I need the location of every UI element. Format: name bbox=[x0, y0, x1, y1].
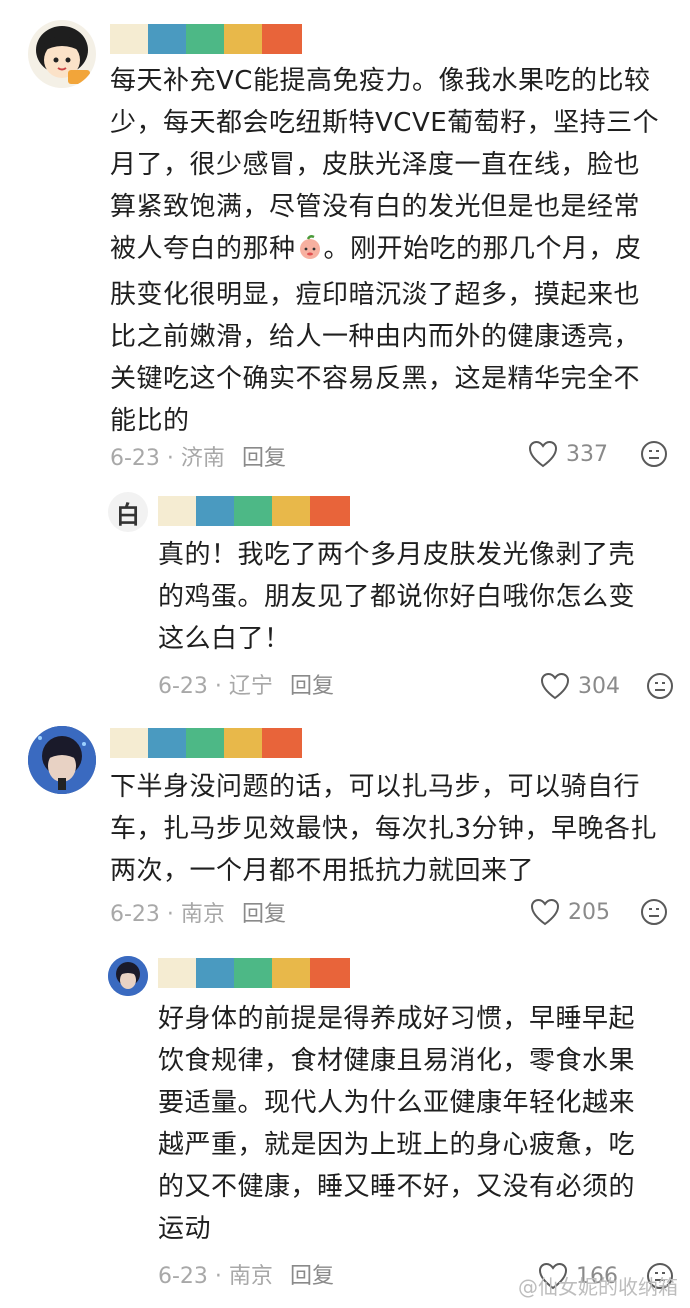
avatar[interactable] bbox=[108, 956, 148, 996]
bar-segment bbox=[110, 24, 148, 54]
watermark-text: @仙女妮的收纳箱 bbox=[518, 1275, 678, 1299]
like-count: 337 bbox=[566, 441, 608, 467]
reply-button[interactable]: 回复 bbox=[242, 446, 286, 471]
username-bar[interactable] bbox=[110, 728, 302, 758]
comment-text: 每天补充VC能提高免疫力。像我水果吃的比较 少，每天都会吃纽斯特VCVE葡萄籽，… bbox=[110, 66, 660, 436]
more-options-icon[interactable] bbox=[640, 440, 668, 472]
comment-text: 好身体的前提是得养成好习惯，早睡早起 饮食规律，食材健康且易消化，零食水果 要适… bbox=[158, 1004, 636, 1244]
comment-location: 济南 bbox=[180, 446, 225, 471]
like-count: 304 bbox=[578, 673, 620, 699]
reply-button[interactable]: 回复 bbox=[290, 674, 334, 699]
reply-button[interactable]: 回复 bbox=[290, 1264, 334, 1289]
comment-date: 6-23 bbox=[158, 1264, 208, 1289]
bar-segment bbox=[186, 728, 224, 758]
comment-text: 真的！我吃了两个多月皮肤发光像剥了壳 的鸡蛋。朋友见了都说你好白哦你怎么变 这么… bbox=[158, 540, 636, 654]
comment-location: 南京 bbox=[180, 902, 225, 927]
username-bar[interactable] bbox=[110, 24, 302, 54]
username-bar[interactable] bbox=[158, 496, 350, 526]
avatar[interactable] bbox=[28, 20, 96, 88]
bar-segment bbox=[196, 958, 234, 988]
more-options-icon[interactable] bbox=[640, 898, 668, 930]
avatar[interactable] bbox=[28, 726, 96, 794]
bar-segment bbox=[272, 958, 310, 988]
avatar[interactable]: 白 bbox=[108, 492, 148, 532]
like-count: 205 bbox=[568, 899, 610, 925]
bar-segment bbox=[234, 496, 272, 526]
bar-segment bbox=[310, 496, 350, 526]
bar-segment bbox=[272, 496, 310, 526]
bar-segment bbox=[224, 24, 262, 54]
comment-date: 6-23 bbox=[110, 446, 160, 471]
bar-segment bbox=[262, 728, 302, 758]
bar-segment bbox=[310, 958, 350, 988]
bar-segment bbox=[196, 496, 234, 526]
like-button[interactable]: 337 bbox=[528, 440, 608, 468]
comment-meta: 6-23 · 辽宁 回复 bbox=[158, 674, 334, 699]
comment-meta: 6-23 · 南京 回复 bbox=[110, 902, 286, 927]
bar-segment bbox=[186, 24, 224, 54]
bar-segment bbox=[262, 24, 302, 54]
bar-segment bbox=[158, 496, 196, 526]
peach-emoji-icon bbox=[296, 232, 324, 274]
comment-date: 6-23 bbox=[158, 674, 208, 699]
comment-meta: 6-23 · 南京 回复 bbox=[158, 1264, 334, 1289]
watermark: @仙女妮的收纳箱 bbox=[518, 1271, 678, 1300]
heart-icon bbox=[528, 440, 558, 468]
comment-location: 辽宁 bbox=[228, 674, 273, 699]
bar-segment bbox=[148, 24, 186, 54]
like-button[interactable]: 205 bbox=[530, 898, 610, 926]
comment-text: 下半身没问题的话，可以扎马步，可以骑自行 车，扎马步见效最快，每次扎3分钟，早晚… bbox=[110, 772, 658, 886]
bar-segment bbox=[158, 958, 196, 988]
like-button[interactable]: 304 bbox=[540, 672, 620, 700]
bar-segment bbox=[148, 728, 186, 758]
bar-segment bbox=[234, 958, 272, 988]
username-bar[interactable] bbox=[158, 958, 350, 988]
comment-location: 南京 bbox=[228, 1264, 273, 1289]
avatar-text: 白 bbox=[116, 500, 140, 529]
heart-icon bbox=[530, 898, 560, 926]
reply-button[interactable]: 回复 bbox=[242, 902, 286, 927]
more-options-icon[interactable] bbox=[646, 672, 674, 704]
bar-segment bbox=[110, 728, 148, 758]
bar-segment bbox=[224, 728, 262, 758]
comment-meta: 6-23 · 济南 回复 bbox=[110, 446, 286, 471]
heart-icon bbox=[540, 672, 570, 700]
comment-date: 6-23 bbox=[110, 902, 160, 927]
